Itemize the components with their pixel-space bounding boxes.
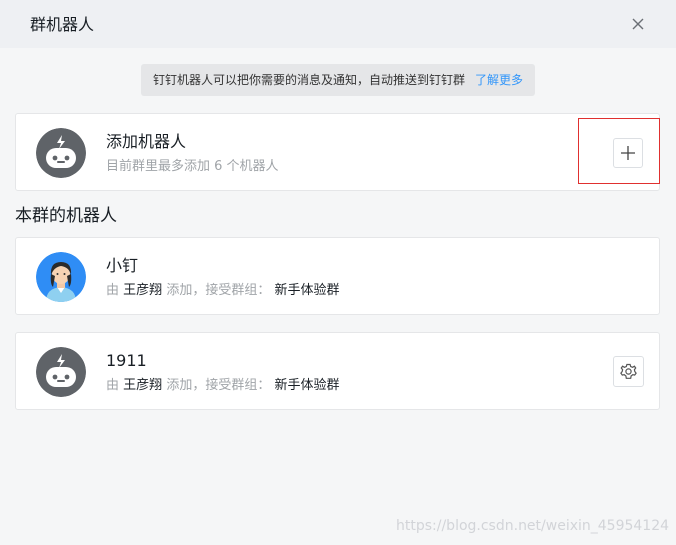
robot-name: 1911 bbox=[106, 351, 147, 370]
notice-text: 钉钉机器人可以把你需要的消息及通知，自动推送到钉钉群 bbox=[153, 73, 466, 87]
robot-settings-button[interactable] bbox=[613, 356, 644, 387]
robot-name: 小钉 bbox=[106, 256, 139, 275]
close-button[interactable] bbox=[626, 12, 650, 36]
add-robot-card: 添加机器人 目前群里最多添加 6 个机器人 bbox=[15, 113, 660, 191]
robot-added-label: 添加，接受群组： bbox=[166, 283, 271, 298]
section-title: 本群的机器人 bbox=[15, 206, 117, 226]
robot-by-label: 由 bbox=[106, 283, 120, 298]
close-icon bbox=[632, 18, 644, 30]
robot-info: 由 王彦翔 添加，接受群组： 新手体验群 bbox=[106, 282, 339, 300]
window-title: 群机器人 bbox=[30, 15, 95, 34]
gear-icon bbox=[620, 363, 637, 379]
robot-avatar-icon bbox=[36, 128, 86, 178]
robot-card[interactable]: 1911 由 王彦翔 添加，接受群组： 新手体验群 bbox=[15, 332, 660, 410]
watermark: https://blog.csdn.net/weixin_45954124 bbox=[396, 518, 670, 534]
robot-by-label: 由 bbox=[106, 378, 120, 393]
robot-card[interactable]: 小钉 由 王彦翔 添加，接受群组： 新手体验群 bbox=[15, 237, 660, 315]
robot-avatar-icon bbox=[36, 347, 86, 397]
learn-more-link[interactable]: 了解更多 bbox=[475, 64, 523, 96]
add-robot-subtitle: 目前群里最多添加 6 个机器人 bbox=[106, 159, 279, 174]
robot-group: 新手体验群 bbox=[274, 283, 340, 298]
robot-creator: 王彦翔 bbox=[123, 378, 163, 393]
info-notice: 钉钉机器人可以把你需要的消息及通知，自动推送到钉钉群 了解更多 bbox=[141, 64, 535, 96]
add-robot-title: 添加机器人 bbox=[106, 132, 187, 151]
robot-info: 由 王彦翔 添加，接受群组： 新手体验群 bbox=[106, 377, 339, 395]
robot-added-label: 添加，接受群组： bbox=[166, 378, 271, 393]
title-bar: 群机器人 bbox=[0, 0, 676, 48]
robot-creator: 王彦翔 bbox=[123, 283, 163, 298]
highlight-frame bbox=[578, 118, 660, 184]
robot-group: 新手体验群 bbox=[274, 378, 340, 393]
person-avatar-icon bbox=[36, 252, 86, 302]
